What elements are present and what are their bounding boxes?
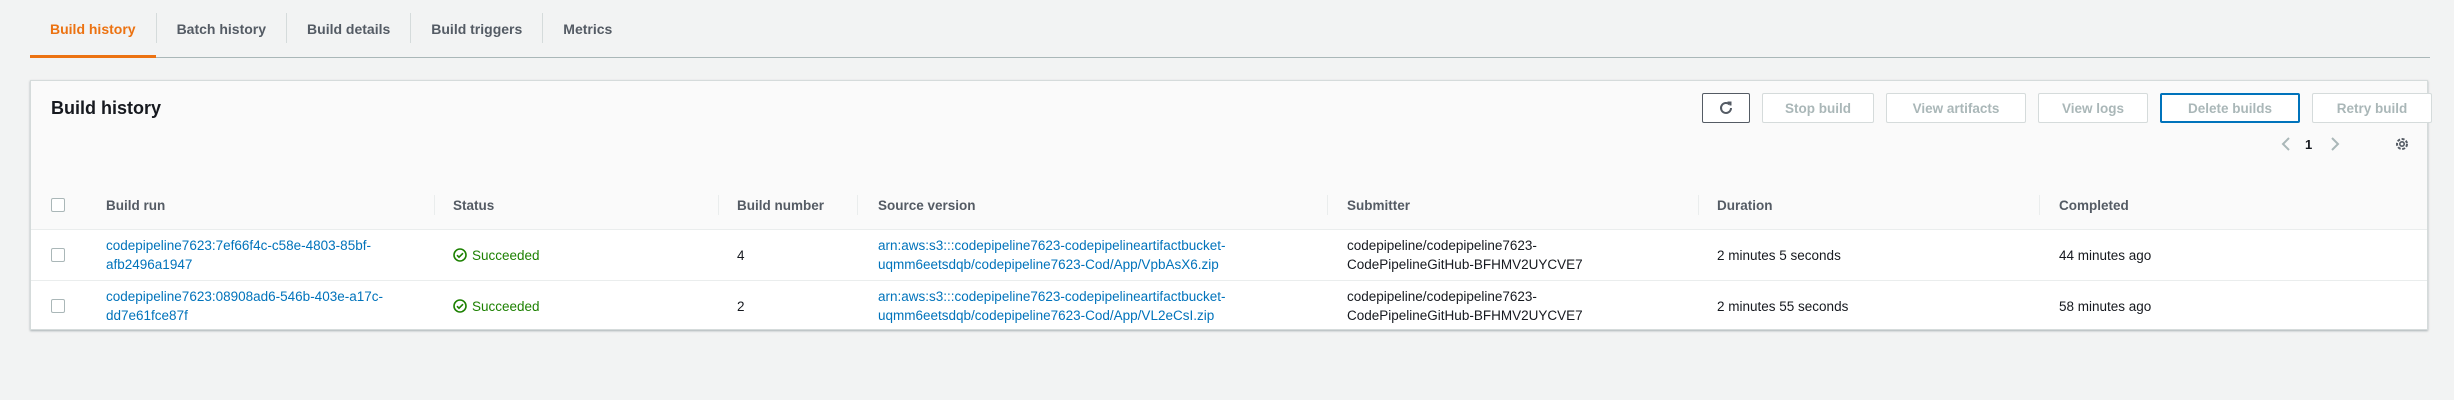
source-version-line: uqmm6eetsdqb/codepipeline7623-Cod/App/Vp… [878,257,1219,272]
view-logs-button[interactable]: View logs [2038,93,2148,123]
check-circle-icon [453,248,467,262]
source-version-line: uqmm6eetsdqb/codepipeline7623-Cod/App/VL… [878,308,1215,323]
tab-label: Batch history [176,20,267,37]
tab-label: Build details [307,20,391,37]
panel-header: Build history Stop build View artifacts … [31,81,2432,182]
build-run-line: afb2496a1947 [106,257,193,272]
table-row: codepipeline7623:7ef66f4c-c58e-4803-85bf… [31,230,2427,281]
column-header-status[interactable]: Status [453,181,494,229]
build-run-line: codepipeline7623:7ef66f4c-c58e-4803-85bf… [106,238,371,253]
column-header-duration[interactable]: Duration [1717,181,1773,229]
status-text: Succeeded [472,247,540,263]
check-circle-icon [453,299,467,313]
status-cell: Succeeded [453,281,540,331]
source-version-line: arn:aws:s3:::codepipeline7623-codepipeli… [878,238,1226,253]
submitter-line: CodePipelineGitHub-BFHMV2UYCVE7 [1347,308,1583,323]
delete-builds-button[interactable]: Delete builds [2160,93,2300,123]
build-history-panel: Build history Stop build View artifacts … [30,80,2432,331]
settings-gear-icon[interactable] [2394,136,2410,152]
column-divider [2039,195,2040,215]
submitter: codepipeline/codepipeline7623- CodePipel… [1347,281,1583,331]
table-header: Build run Status Build number Source ver… [31,181,2427,230]
refresh-icon [1718,100,1734,116]
column-divider [857,195,858,215]
submitter-line: codepipeline/codepipeline7623- [1347,289,1537,304]
completed: 44 minutes ago [2059,247,2152,263]
stop-build-button[interactable]: Stop build [1762,93,1874,123]
column-header-build-run[interactable]: Build run [106,181,165,229]
chevron-left-icon[interactable] [2281,137,2291,151]
table-row: codepipeline7623:08908ad6-546b-403e-a17c… [31,281,2427,331]
build-run-line: codepipeline7623:08908ad6-546b-403e-a17c… [106,289,383,304]
source-version-link[interactable]: arn:aws:s3:::codepipeline7623-codepipeli… [878,230,1225,280]
chevron-right-icon[interactable] [2330,137,2340,151]
source-version-line: arn:aws:s3:::codepipeline7623-codepipeli… [878,289,1226,304]
tab-bar: Build history Batch history Build detail… [30,0,2430,58]
tab-label: Build history [50,20,136,37]
pagination: 1 [2281,131,2340,157]
column-header-source-version[interactable]: Source version [878,181,976,229]
tab-build-history[interactable]: Build history [30,0,156,58]
status-text: Succeeded [472,298,540,314]
duration: 2 minutes 55 seconds [1717,298,1849,314]
retry-build-button[interactable]: Retry build [2312,93,2432,123]
tab-metrics[interactable]: Metrics [543,0,632,57]
build-run-link[interactable]: codepipeline7623:7ef66f4c-c58e-4803-85bf… [106,230,371,280]
build-number: 2 [737,298,745,314]
column-divider [1327,195,1328,215]
tab-build-triggers[interactable]: Build triggers [411,0,542,57]
tab-build-details[interactable]: Build details [287,0,410,57]
column-header-build-number[interactable]: Build number [737,181,824,229]
status-cell: Succeeded [453,230,540,280]
duration: 2 minutes 5 seconds [1717,247,1841,263]
page-number[interactable]: 1 [2305,137,2312,152]
completed: 58 minutes ago [2059,298,2152,314]
tab-label: Build triggers [431,20,523,37]
build-number: 4 [737,247,745,263]
row-checkbox[interactable] [51,281,65,331]
build-run-line: dd7e61fce87f [106,308,188,323]
column-divider [1698,195,1699,215]
row-checkbox[interactable] [51,230,65,280]
refresh-button[interactable] [1702,93,1750,123]
column-divider [718,195,719,215]
panel-title: Build history [51,98,162,118]
submitter-line: CodePipelineGitHub-BFHMV2UYCVE7 [1347,257,1583,272]
submitter: codepipeline/codepipeline7623- CodePipel… [1347,230,1583,280]
column-header-completed[interactable]: Completed [2059,181,2129,229]
view-artifacts-button[interactable]: View artifacts [1886,93,2026,123]
source-version-link[interactable]: arn:aws:s3:::codepipeline7623-codepipeli… [878,281,1225,331]
build-run-link[interactable]: codepipeline7623:08908ad6-546b-403e-a17c… [106,281,383,331]
column-header-submitter[interactable]: Submitter [1347,181,1410,229]
submitter-line: codepipeline/codepipeline7623- [1347,238,1537,253]
select-all-checkbox[interactable] [51,181,65,229]
column-divider [434,195,435,215]
tab-batch-history[interactable]: Batch history [157,0,286,57]
tab-label: Metrics [563,20,613,37]
